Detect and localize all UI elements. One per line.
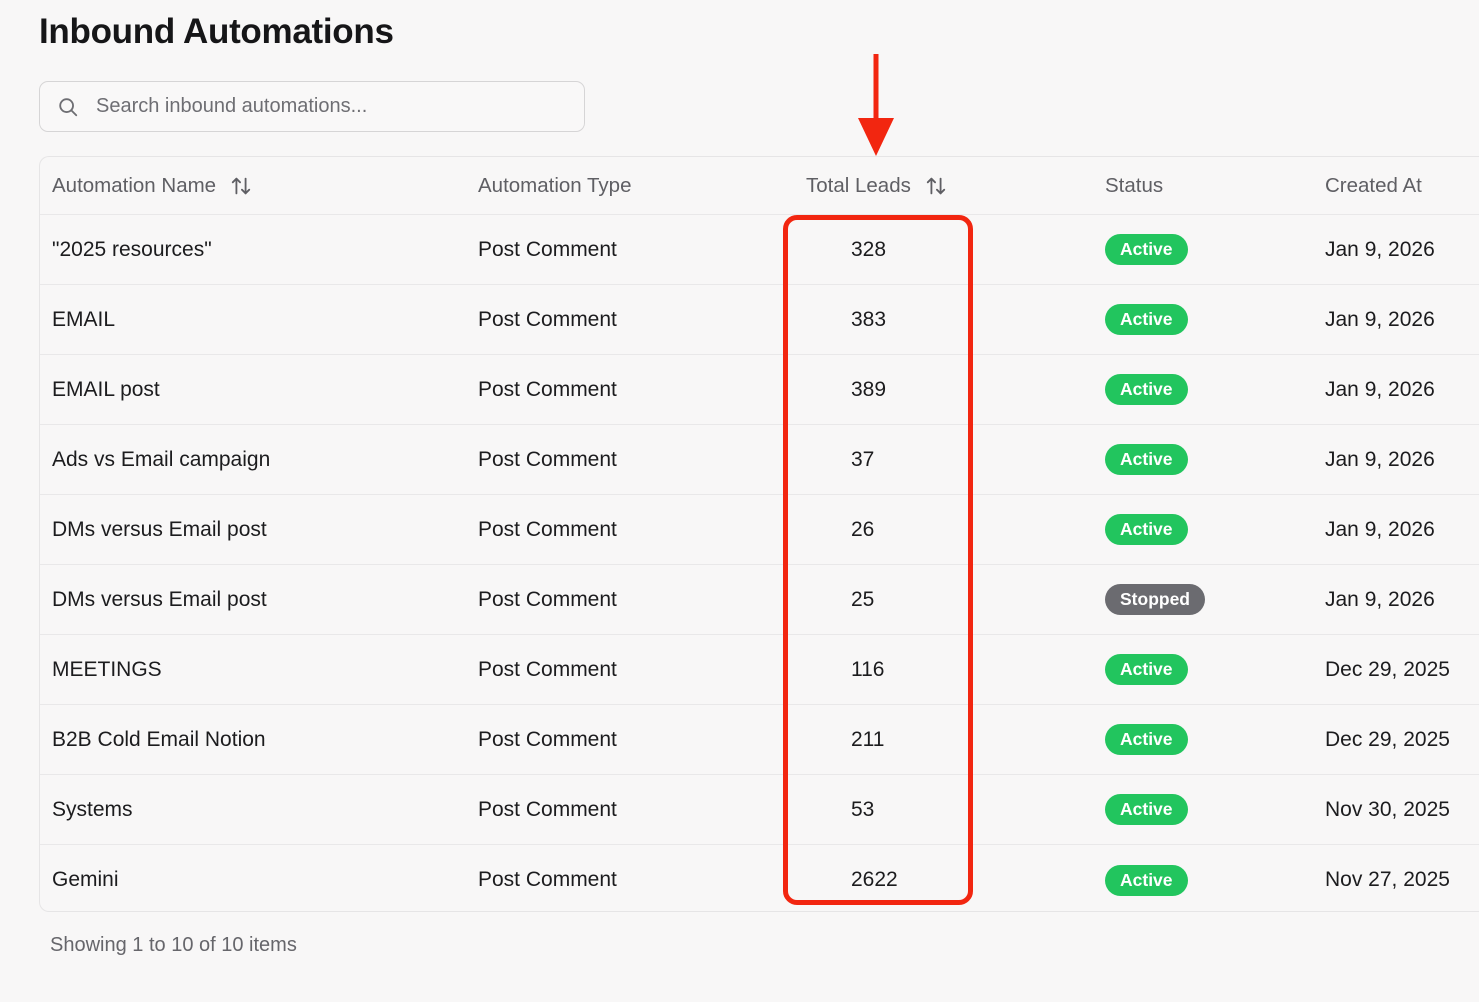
column-header-label: Status — [1105, 173, 1164, 197]
status-badge: Active — [1105, 654, 1188, 685]
page: Inbound Automations Automation Name Auto… — [0, 0, 1479, 1002]
automation-name[interactable]: Gemini — [52, 845, 119, 911]
automation-type: Post Comment — [478, 307, 617, 331]
automation-name[interactable]: Ads vs Email campaign — [52, 425, 270, 494]
total-leads: 37 — [851, 447, 875, 471]
table-row[interactable]: EMAIL post Post Comment 389 Active Jan 9… — [40, 355, 1479, 425]
total-leads: 26 — [851, 517, 875, 541]
status-cell: Active — [1105, 425, 1188, 494]
status-badge: Active — [1105, 864, 1188, 896]
column-header-status: Status — [1105, 157, 1163, 214]
automation-type: Post Comment — [478, 517, 617, 541]
total-leads: 383 — [851, 307, 887, 331]
status-cell: Active — [1105, 705, 1188, 774]
column-header-label: Automation Name — [52, 173, 217, 197]
status-cell: Active — [1105, 215, 1188, 284]
automation-name[interactable]: EMAIL post — [52, 355, 160, 424]
table-row[interactable]: DMs versus Email post Post Comment 26 Ac… — [40, 495, 1479, 565]
automation-name[interactable]: B2B Cold Email Notion — [52, 705, 266, 774]
total-leads: 328 — [851, 237, 887, 261]
status-cell: Active — [1105, 845, 1188, 911]
column-header-automation-type: Automation Type — [478, 157, 631, 214]
created-at: Jan 9, 2026 — [1325, 447, 1435, 471]
status-cell: Active — [1105, 775, 1188, 844]
table-row[interactable]: EMAIL Post Comment 383 Active Jan 9, 202… — [40, 285, 1479, 355]
automation-name[interactable]: DMs versus Email post — [52, 565, 267, 634]
automation-name[interactable]: "2025 resources" — [52, 215, 212, 284]
status-badge: Active — [1105, 514, 1188, 545]
total-leads: 389 — [851, 377, 887, 401]
total-leads: 211 — [851, 727, 885, 751]
sort-icon[interactable] — [230, 175, 252, 197]
automation-name[interactable]: EMAIL — [52, 285, 115, 354]
table-row[interactable]: Gemini Post Comment 2622 Active Nov 27, … — [40, 845, 1479, 911]
table-row[interactable]: B2B Cold Email Notion Post Comment 211 A… — [40, 705, 1479, 775]
search-icon — [59, 98, 78, 117]
total-leads: 25 — [851, 587, 875, 611]
created-at: Dec 29, 2025 — [1325, 727, 1450, 751]
search-box[interactable] — [39, 81, 585, 132]
status-badge: Active — [1105, 794, 1188, 825]
status-cell: Stopped — [1105, 565, 1205, 634]
status-badge: Active — [1105, 374, 1188, 405]
status-badge: Active — [1105, 724, 1188, 755]
automation-name[interactable]: Systems — [52, 775, 133, 844]
created-at: Nov 30, 2025 — [1325, 797, 1450, 821]
status-cell: Active — [1105, 635, 1188, 704]
status-badge: Active — [1105, 444, 1188, 475]
page-title: Inbound Automations — [39, 12, 394, 51]
created-at: Nov 27, 2025 — [1325, 868, 1450, 891]
created-at: Dec 29, 2025 — [1325, 657, 1450, 681]
automation-type: Post Comment — [478, 868, 617, 891]
automation-type: Post Comment — [478, 447, 617, 471]
status-badge: Active — [1105, 304, 1188, 335]
automation-type: Post Comment — [478, 797, 617, 821]
created-at: Jan 9, 2026 — [1325, 237, 1435, 261]
automations-table: Automation Name Automation Type Total Le… — [39, 156, 1479, 912]
column-header-total-leads[interactable]: Total Leads — [806, 157, 947, 214]
status-cell: Active — [1105, 495, 1188, 564]
created-at: Jan 9, 2026 — [1325, 307, 1435, 331]
table-header: Automation Name Automation Type Total Le… — [40, 157, 1479, 215]
status-badge: Stopped — [1105, 584, 1205, 615]
status-badge: Active — [1105, 234, 1188, 265]
total-leads: 2622 — [851, 868, 898, 891]
column-header-label: Automation Type — [478, 173, 632, 197]
column-header-label: Total Leads — [806, 173, 911, 197]
search-input[interactable] — [96, 82, 576, 130]
automation-name[interactable]: MEETINGS — [52, 635, 162, 704]
automation-type: Post Comment — [478, 587, 617, 611]
table-row[interactable]: "2025 resources" Post Comment 328 Active… — [40, 215, 1479, 285]
total-leads: 116 — [851, 657, 885, 681]
total-leads: 53 — [851, 797, 875, 821]
automation-type: Post Comment — [478, 727, 617, 751]
table-row[interactable]: Ads vs Email campaign Post Comment 37 Ac… — [40, 425, 1479, 495]
column-header-created-at: Created At — [1325, 157, 1422, 214]
created-at: Jan 9, 2026 — [1325, 517, 1435, 541]
table-row[interactable]: Systems Post Comment 53 Active Nov 30, 2… — [40, 775, 1479, 845]
status-cell: Active — [1105, 355, 1188, 424]
created-at: Jan 9, 2026 — [1325, 377, 1435, 401]
automation-type: Post Comment — [478, 237, 617, 261]
automation-type: Post Comment — [478, 377, 617, 401]
automation-type: Post Comment — [478, 657, 617, 681]
automation-name[interactable]: DMs versus Email post — [52, 495, 267, 564]
sort-icon[interactable] — [925, 175, 947, 197]
table-row[interactable]: MEETINGS Post Comment 116 Active Dec 29,… — [40, 635, 1479, 705]
pagination-summary: Showing 1 to 10 of 10 items — [50, 934, 297, 956]
annotation-arrow-icon — [858, 54, 894, 156]
status-cell: Active — [1105, 285, 1188, 354]
column-header-automation-name[interactable]: Automation Name — [52, 157, 252, 214]
table-row[interactable]: DMs versus Email post Post Comment 25 St… — [40, 565, 1479, 635]
created-at: Jan 9, 2026 — [1325, 587, 1435, 611]
column-header-label: Created At — [1325, 173, 1422, 197]
